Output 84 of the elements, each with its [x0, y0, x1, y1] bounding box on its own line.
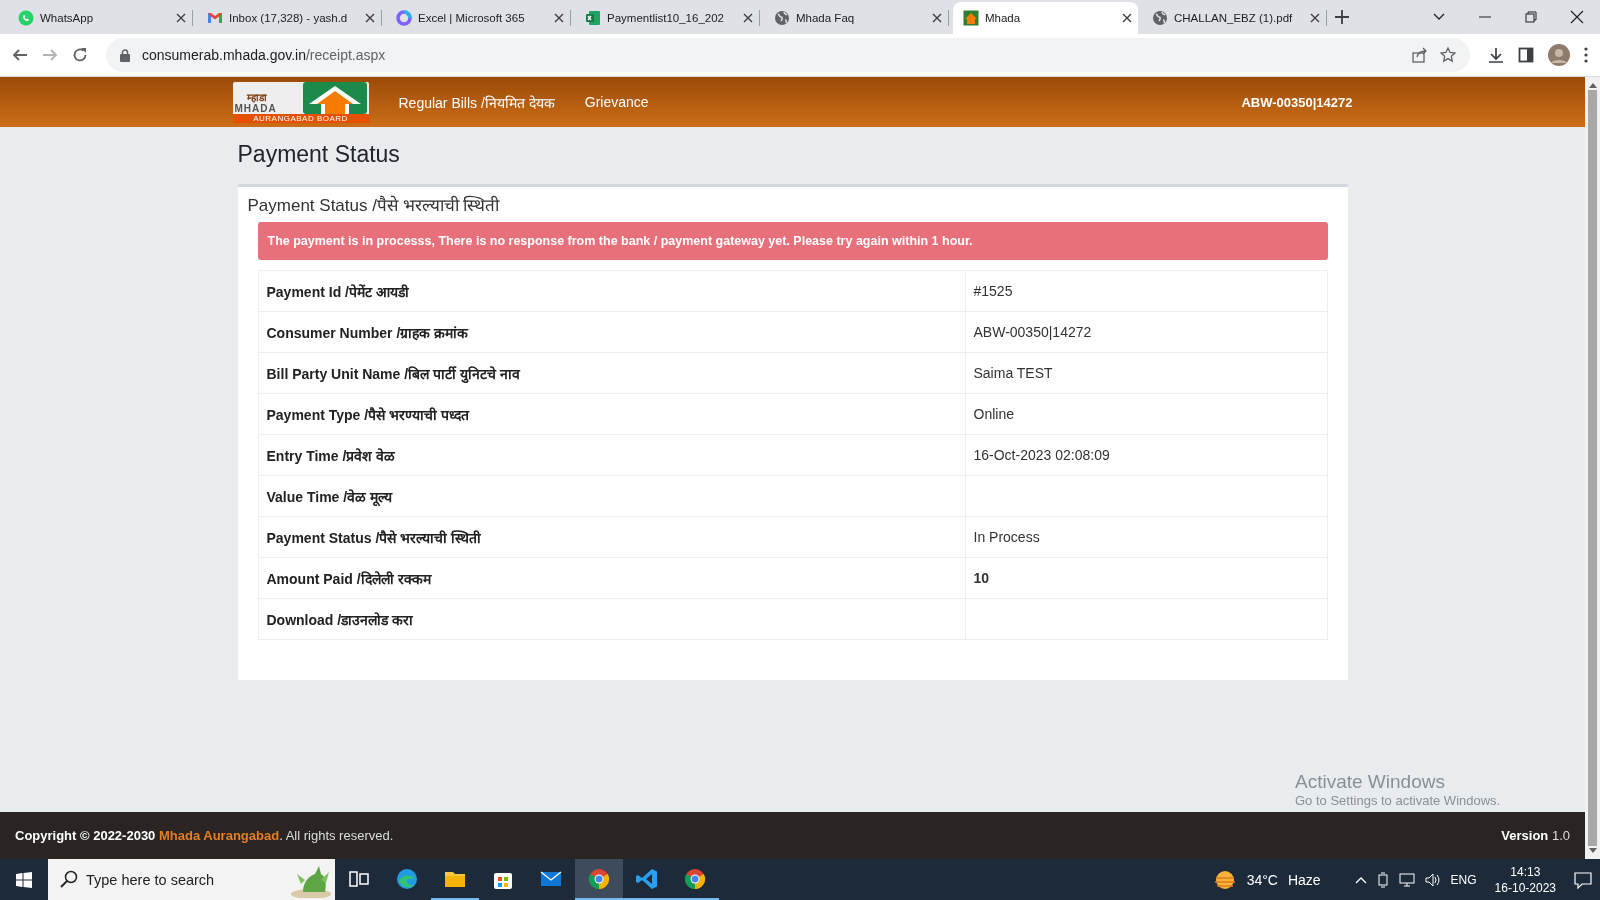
network-icon[interactable]	[1398, 872, 1415, 887]
table-cell: #1525	[965, 270, 1327, 312]
card-title: Payment Status /पैसे भरल्याची स्थिती	[247, 194, 501, 217]
close-icon[interactable]	[932, 13, 942, 23]
table-cell: Download /डाउनलोड करा	[258, 598, 965, 640]
weather-text: Haze	[1287, 871, 1321, 888]
nav-link[interactable]: Regular Bills /नियमित देयक	[398, 92, 555, 112]
house-icon	[302, 81, 367, 114]
search-icon	[60, 870, 78, 888]
browser-tab[interactable]: WhatsApp	[8, 10, 193, 26]
avatar-icon[interactable]	[1548, 44, 1570, 66]
scroll-down-icon[interactable]	[1588, 848, 1597, 854]
browser-tab[interactable]: Inbox (17,328) - yash.d	[197, 10, 382, 26]
table-cell: ABW-00350|14272	[965, 311, 1327, 353]
table-cell: In Process	[965, 516, 1327, 558]
globe-icon	[1152, 10, 1168, 26]
table-cell: Consumer Number /ग्राहक क्रमांक	[258, 311, 965, 353]
table-cell: Value Time /वेळ मूल्य	[258, 475, 965, 517]
download-icon[interactable]	[1488, 47, 1504, 63]
close-icon[interactable]	[554, 13, 564, 23]
close-icon[interactable]	[176, 13, 186, 23]
close-icon[interactable]	[1122, 13, 1132, 23]
browser-tab[interactable]: Mhada Faq	[764, 10, 949, 26]
house-icon	[963, 10, 979, 26]
lock-icon	[120, 48, 130, 62]
browser-tab[interactable]: Paymentlist10_16_202	[575, 10, 760, 26]
browser-tab[interactable]: CHALLAN_EBZ (1).pdf	[1142, 10, 1327, 26]
browser-icon[interactable]	[395, 866, 419, 891]
close-icon[interactable]	[743, 13, 753, 23]
windows-icon[interactable]	[16, 871, 32, 888]
table-cell: Payment Status /पैसे भरल्याची स्थिती	[258, 516, 965, 558]
nav-link[interactable]: Grievance	[584, 94, 649, 110]
back-icon[interactable]	[12, 47, 28, 63]
copyright-text: Copyright © 2022-2030 Mhada Aurangabad. All rights reserved.	[15, 828, 394, 843]
address-field[interactable]: consumerab.mhada.gov.in/receipt.aspx	[106, 38, 1470, 72]
browser-tab[interactable]: Excel | Microsoft 365	[386, 10, 571, 26]
clock[interactable]: 14:13 16-10-2023	[1494, 863, 1556, 896]
spreadsheet-icon	[585, 10, 601, 26]
temperature-text: 34°C	[1246, 871, 1278, 888]
table-cell: Bill Party Unit Name /बिल पार्टी युनिटचे नाव	[258, 352, 965, 394]
scroll-up-icon[interactable]	[1588, 82, 1597, 88]
notification-icon[interactable]	[1574, 870, 1592, 889]
close-icon[interactable]	[1569, 9, 1585, 25]
envelope-icon	[207, 10, 223, 26]
activation-title: Activate Windows	[1295, 771, 1446, 793]
alert-message: The payment is in processs, There is no response from the bank / payment gateway yet. Please try again within 1 hour.	[257, 222, 1328, 260]
close-icon[interactable]	[365, 13, 375, 23]
device-icon[interactable]	[1376, 871, 1389, 888]
star-icon[interactable]	[1440, 47, 1456, 63]
search-field[interactable]: Type here to search	[48, 859, 335, 900]
browser-icon[interactable]	[587, 866, 611, 891]
code-editor-icon[interactable]	[635, 866, 659, 891]
sun-icon	[1212, 868, 1237, 891]
close-icon[interactable]	[1310, 13, 1320, 23]
table-cell: 16-Oct-2023 02:08:09	[965, 434, 1327, 476]
logo-text: MHADA	[233, 102, 278, 114]
browser-tab[interactable]: Mhada	[953, 2, 1138, 34]
table-cell: 10	[965, 557, 1327, 599]
table-cell: Online	[965, 393, 1327, 435]
plus-icon[interactable]	[1335, 10, 1349, 24]
table-cell: Payment Type /पैसे भरण्याची पध्दत	[258, 393, 965, 435]
account-number: ABW-00350|14272	[1241, 94, 1353, 110]
more-icon[interactable]	[1584, 47, 1588, 63]
speaker-icon[interactable]	[1424, 872, 1441, 887]
restore-icon[interactable]	[1523, 9, 1539, 25]
site-logo[interactable]: म्हाडा MHADA AURANGABAD BOARD	[232, 81, 369, 123]
share-icon[interactable]	[1412, 47, 1428, 63]
table-cell: Payment Id /पेमेंट आयडी	[258, 270, 965, 312]
table-cell: Amount Paid /दिलेली रक्कम	[258, 557, 965, 599]
page-title: Payment Status	[237, 141, 401, 168]
colorful-ring-icon	[396, 10, 412, 26]
activation-hint: Go to Settings to activate Windows.	[1295, 793, 1501, 808]
table-cell: Entry Time /प्रवेश वेळ	[258, 434, 965, 476]
browser-icon[interactable]	[683, 866, 707, 891]
logo-text: AURANGABAD BOARD	[232, 113, 369, 123]
logo-text: म्हाडा	[245, 91, 268, 103]
chevron-up-icon[interactable]	[1354, 875, 1367, 884]
language-indicator[interactable]: ENG	[1450, 872, 1477, 887]
scrollbar-thumb[interactable]	[1588, 90, 1597, 846]
globe-icon	[774, 10, 790, 26]
side-panel-icon[interactable]	[1518, 47, 1534, 63]
reload-icon[interactable]	[72, 47, 88, 63]
version-text: Version 1.0	[1501, 828, 1570, 843]
table-cell: Saima TEST	[965, 352, 1327, 394]
